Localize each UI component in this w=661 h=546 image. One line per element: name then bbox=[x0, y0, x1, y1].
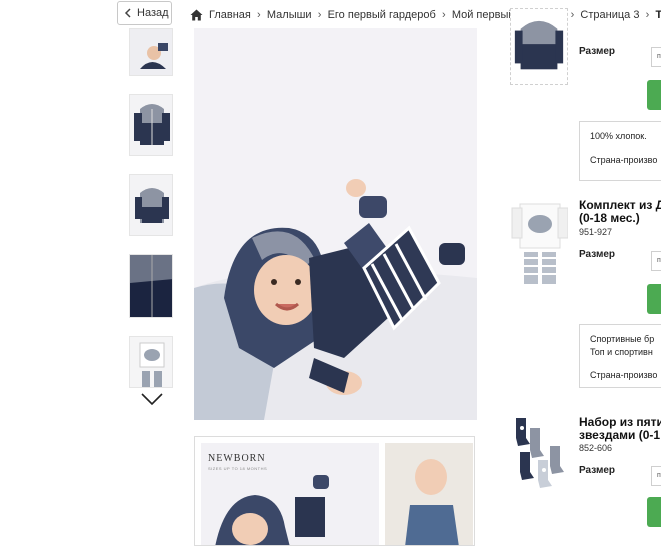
thumbnail-1[interactable] bbox=[129, 28, 173, 76]
product-2-image[interactable] bbox=[510, 198, 569, 288]
thumbnail-3[interactable] bbox=[129, 174, 173, 236]
product-2-description: Спортивные бр Топ и спортивн Страна-прои… bbox=[579, 324, 661, 388]
product-2-desc-line-2: Топ и спортивн bbox=[590, 347, 653, 357]
thumbnail-5[interactable] bbox=[129, 336, 173, 388]
chevron-right-icon: › bbox=[645, 9, 650, 21]
breadcrumb-home[interactable]: Главная bbox=[209, 9, 251, 21]
product-3-title-line-2[interactable]: звездами (0-1 bbox=[579, 429, 660, 442]
product-3-image[interactable] bbox=[510, 414, 568, 502]
lookbook-preview[interactable]: NEWBORN SIZES UP TO 18 MONTHS bbox=[194, 436, 475, 546]
product-1-add-button[interactable] bbox=[647, 80, 661, 110]
product-1-description: 100% хлопок. Страна-произво bbox=[579, 121, 661, 181]
chevron-down-icon[interactable] bbox=[141, 392, 163, 406]
product-3-size-label: Размер bbox=[579, 465, 616, 476]
product-1-desc-line-2: Страна-произво bbox=[590, 155, 658, 165]
breadcrumb-page-3[interactable]: Страница 3 bbox=[580, 9, 639, 21]
thumbnail-2[interactable] bbox=[129, 94, 173, 156]
product-2-size-label: Размер bbox=[579, 249, 616, 260]
product-1-desc-line-1: 100% хлопок. bbox=[590, 131, 647, 141]
breadcrumb-current: Те bbox=[655, 9, 661, 21]
chevron-right-icon: › bbox=[257, 9, 261, 21]
home-icon[interactable] bbox=[190, 9, 203, 21]
product-2-add-button[interactable] bbox=[647, 284, 661, 314]
lookbook-title: NEWBORN bbox=[208, 453, 266, 464]
product-1-size-select[interactable]: п bbox=[651, 47, 661, 67]
breadcrumb-first-wardrobe[interactable]: Его первый гардероб bbox=[328, 9, 436, 21]
chevron-left-icon bbox=[124, 8, 131, 18]
thumbnail-4[interactable] bbox=[129, 254, 173, 318]
chevron-right-icon: › bbox=[317, 9, 322, 21]
back-button-label: Назад bbox=[137, 7, 169, 19]
main-product-image[interactable] bbox=[194, 28, 477, 420]
product-2-title-line-2[interactable]: (0-18 мес.) bbox=[579, 212, 640, 225]
product-1-image[interactable] bbox=[510, 8, 568, 85]
product-2-desc-line-3: Страна-произво bbox=[590, 370, 658, 380]
product-3-size-select[interactable]: п bbox=[651, 466, 661, 486]
product-1-size-label: Размер bbox=[579, 46, 616, 57]
product-2-code: 951-927 bbox=[579, 227, 613, 237]
product-3-add-button[interactable] bbox=[647, 497, 661, 527]
breadcrumb: Главная › Малыши › Его первый гардероб › Мо… bbox=[190, 6, 661, 24]
back-button[interactable]: Назад bbox=[117, 1, 172, 25]
lookbook-subtitle: SIZES UP TO 18 MONTHS bbox=[208, 466, 268, 471]
product-3-code: 852-606 bbox=[579, 443, 613, 453]
breadcrumb-babies[interactable]: Малыши bbox=[267, 9, 312, 21]
product-2-desc-line-1: Спортивные бр bbox=[590, 334, 655, 344]
chevron-right-icon: › bbox=[441, 9, 446, 21]
page-gutter bbox=[0, 0, 113, 539]
product-2-size-select[interactable]: п bbox=[651, 251, 661, 271]
